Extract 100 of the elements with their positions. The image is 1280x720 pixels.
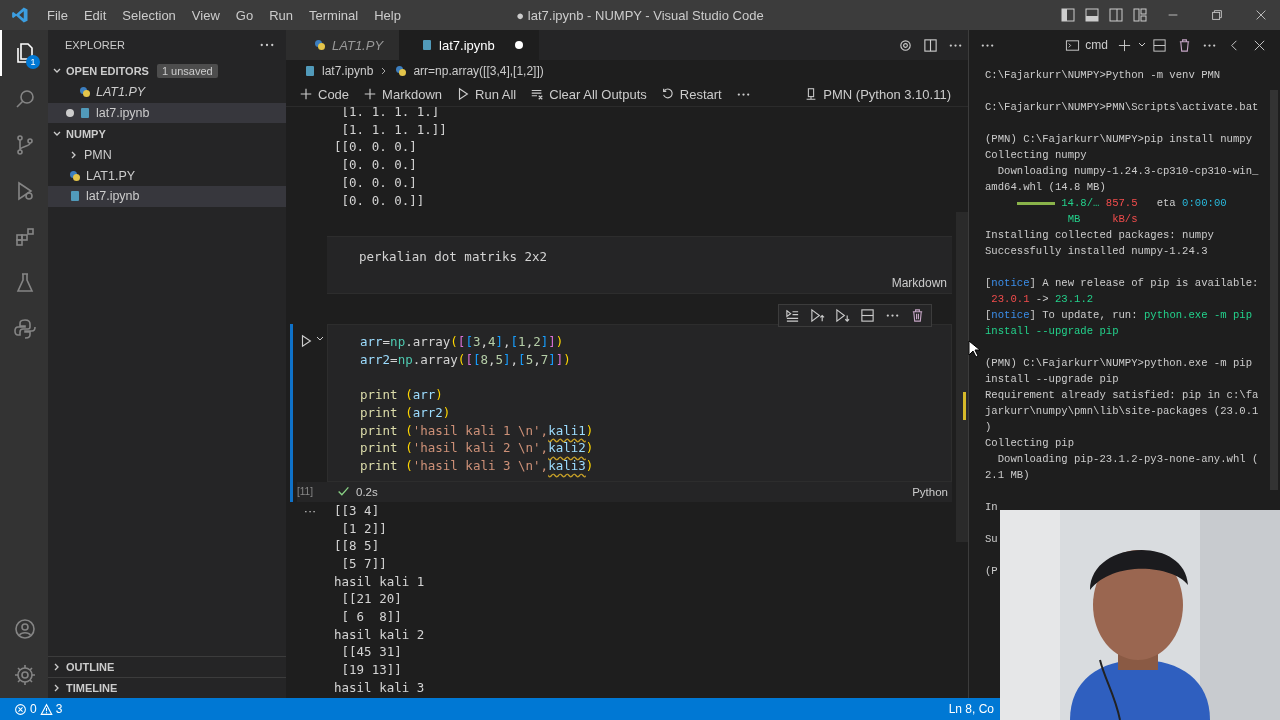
explorer-row[interactable]: LAT1.PY <box>48 82 286 103</box>
error-icon[interactable] <box>14 702 27 716</box>
explorer-row[interactable]: LAT1.PY <box>48 165 286 186</box>
explorer-row[interactable]: lat7.ipynb <box>48 102 286 123</box>
run-above-icon[interactable] <box>810 308 825 324</box>
kernel-picker[interactable]: PMN (Python 3.10.11) <box>799 84 956 104</box>
breadcrumb-item[interactable]: lat7.ipynb <box>322 64 374 78</box>
menu-item[interactable]: Selection <box>114 7 184 23</box>
terminal-line: Collecting pip <box>985 436 1075 451</box>
notification-badge: 1 <box>26 55 40 69</box>
code-editor[interactable]: arr=np.array([[3,4],[1,2]]) arr2=np.array([[8,5],[5,7]]) print (arr) print (arr2) print ('hasil kali 1 \n',kali1) print ('hasil kali 2 \n',kali2) print ('hasil kali 3 \n',kali3) <box>327 324 952 482</box>
account-icon[interactable] <box>13 617 37 641</box>
explorer-row[interactable]: lat7.ipynb <box>48 186 286 207</box>
output-line: [5 7]] <box>340 554 388 573</box>
output-menu[interactable]: ··· <box>303 501 317 697</box>
clear-outputs-button[interactable]: Clear All Outputs <box>525 84 652 104</box>
trash-icon[interactable] <box>910 308 925 324</box>
more-icon[interactable] <box>260 43 274 47</box>
output-line: [19 13]] <box>340 661 403 679</box>
breadcrumb-item[interactable]: arr=np.array([[3,4],[1,2]]) <box>413 64 544 78</box>
terminal-line: amd64.whl (14.8 MB) <box>985 180 1107 195</box>
markdown-cell[interactable]: perkalian dot matriks 2x2 Markdown <box>327 236 952 295</box>
pointer-icon <box>968 340 980 358</box>
editor-tab[interactable]: LAT1.PY <box>286 30 400 60</box>
run-by-line-icon[interactable] <box>785 308 800 324</box>
cursor-position[interactable]: Ln 8, Co <box>948 702 994 716</box>
close-icon[interactable] <box>1254 8 1268 22</box>
menu-item[interactable]: Run <box>261 7 301 23</box>
menu-item[interactable]: Terminal <box>301 7 367 23</box>
progress-bar <box>1016 201 1055 205</box>
unsaved-badge: 1 unsaved <box>156 64 218 78</box>
output-line: [1. 1. 1. 1.]] <box>340 120 448 139</box>
execution-count: [11] <box>297 486 314 498</box>
cell-language[interactable]: Markdown <box>891 276 947 291</box>
terminal-line: ) <box>985 420 993 435</box>
menu-item[interactable]: Go <box>227 7 262 23</box>
split-cell-icon[interactable] <box>860 308 875 324</box>
add-button[interactable]: Markdown <box>358 84 448 104</box>
section-header[interactable]: NUMPY <box>48 123 286 145</box>
settings-icon[interactable] <box>898 37 913 53</box>
window-title: ● lat7.ipynb - NUMPY - Visual Studio Code <box>516 7 764 23</box>
run-cell-icon[interactable] <box>299 334 313 349</box>
terminal-line: 23.0.1 -> 23.1.2 <box>990 292 1095 307</box>
terminal-line: 2.1 MB) <box>985 468 1031 483</box>
code-line: arr=np.array([[3,4],[1,2]]) <box>360 333 565 351</box>
terminal-line: [notice] To update, run: python.exe -m pip <box>985 308 1254 323</box>
menu-item[interactable]: Edit <box>75 7 115 23</box>
explorer-row[interactable]: PMN <box>48 145 286 166</box>
split-layout-icon[interactable] <box>1108 7 1124 23</box>
trash-icon[interactable] <box>1177 37 1192 53</box>
terminal-line: Installing collected packages: numpy <box>985 228 1215 243</box>
terminal-line: install --upgrade pip <box>985 324 1120 339</box>
restore-icon[interactable] <box>1210 8 1224 22</box>
output-line: [0. 0. 0.]] <box>340 191 426 210</box>
dot-icon[interactable] <box>514 41 523 49</box>
output-line: [[45 31] <box>340 643 403 662</box>
code-line: print (arr2) <box>360 404 452 422</box>
python-file-icon <box>395 65 408 77</box>
run-all-button[interactable]: Run All <box>451 84 522 104</box>
output-line: [0. 0. 0.] <box>340 156 418 174</box>
output-line: [1 2]] <box>340 519 388 538</box>
terminal-line: Collecting numpy <box>985 148 1088 163</box>
menu-item[interactable]: View <box>183 7 228 23</box>
terminal-name[interactable]: cmd <box>1085 38 1108 52</box>
cell-language[interactable]: Python <box>912 485 948 498</box>
terminal-line: C:\Fajarkurr\NUMPY>PMN\Scripts\activate.bat <box>985 100 1260 115</box>
blocks-icon[interactable] <box>13 225 37 249</box>
split-editor-icon[interactable] <box>923 37 938 53</box>
settings-icon[interactable] <box>13 663 37 687</box>
notebook-icon <box>304 65 316 77</box>
section-header[interactable]: OUTLINE <box>48 656 286 677</box>
add-icon[interactable] <box>1117 37 1132 53</box>
warning-icon[interactable] <box>39 702 53 716</box>
restart-icon <box>660 87 675 101</box>
terminal-line: Requirement already satisfied: pip in c:\fa <box>985 388 1260 403</box>
add-button[interactable]: Code <box>294 84 355 104</box>
terminal-line: Downloading pip-23.1.2-py3-none-any.whl ( <box>996 452 1260 467</box>
section-header[interactable]: OPEN EDITORS 1 unsaved <box>48 60 286 82</box>
output-line: [[8 5] <box>334 537 381 555</box>
editor-tab[interactable]: lat7.ipynb <box>399 30 539 60</box>
plus-icon <box>363 87 378 101</box>
warning-count[interactable]: 3 <box>55 702 63 716</box>
terminal-line: [notice] A new release of pip is available: <box>985 276 1260 291</box>
terminal-line: jarkurr\numpy\pmn\lib\site-packages (23.0.1 <box>985 404 1260 419</box>
plus-icon <box>299 87 313 101</box>
terminal-line: (PMN) C:\Fajarkurr\NUMPY>python.exe -m pip <box>985 356 1253 371</box>
python-file-icon <box>314 39 326 51</box>
menu-item[interactable]: Help <box>366 7 409 23</box>
error-count[interactable]: 0 <box>30 702 37 716</box>
split-terminal-icon[interactable] <box>1152 37 1167 53</box>
terminal-line: Successfully installed numpy-1.24.3 <box>985 244 1209 259</box>
execution-time: 0.2s <box>356 485 378 498</box>
sidebar-toggle-icon[interactable] <box>1060 7 1076 23</box>
menu-item[interactable]: File <box>39 7 76 23</box>
panel-toggle-icon[interactable] <box>1084 7 1100 23</box>
run-below-icon[interactable] <box>835 308 850 324</box>
layout-icon[interactable] <box>1132 7 1148 23</box>
scrollbar[interactable] <box>956 212 968 542</box>
logo-icon[interactable] <box>13 317 37 341</box>
restart-button[interactable]: Restart <box>655 84 727 104</box>
